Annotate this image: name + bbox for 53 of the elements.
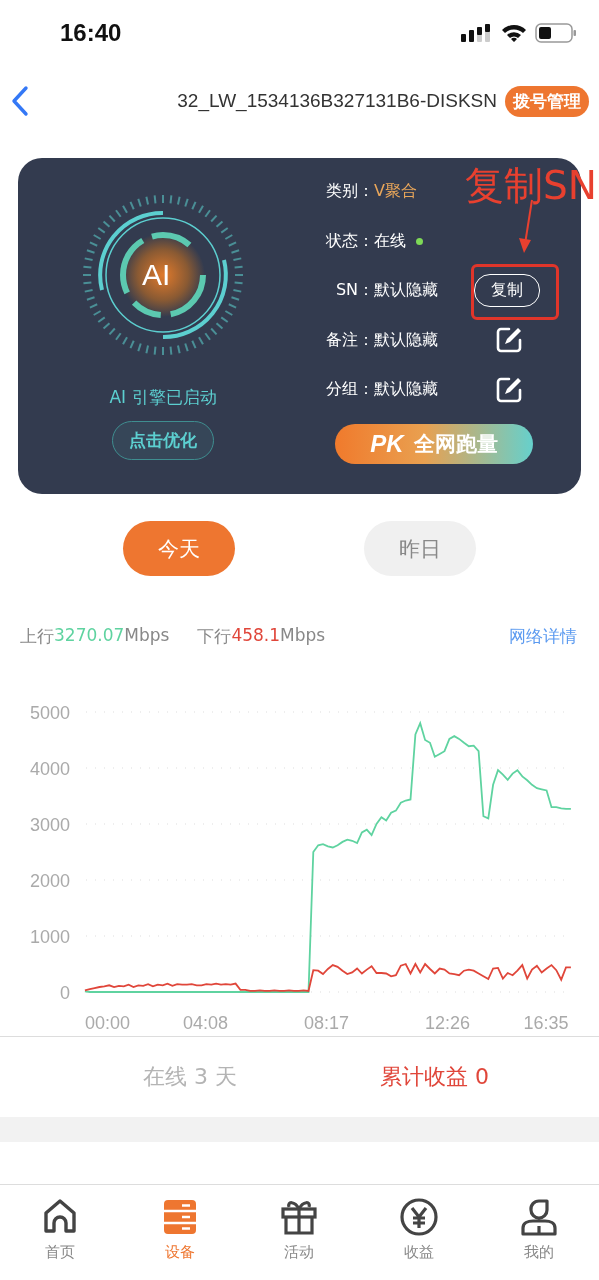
tab-bar-item[interactable]: 首页	[0, 1185, 120, 1280]
wifi-icon	[501, 24, 527, 42]
x-tick-label: 08:17	[303, 1013, 349, 1033]
field-value: 默认隐藏	[374, 329, 439, 351]
optimize-button[interactable]: 点击优化	[112, 421, 214, 460]
x-tick-label: 04:08	[182, 1013, 228, 1033]
back-icon[interactable]	[10, 85, 30, 117]
speed-value: 3270.07	[54, 624, 125, 647]
tab-bar-item[interactable]: 设备	[119, 1185, 240, 1280]
y-tick-label: 3000	[29, 815, 70, 835]
status-value: 在线	[374, 230, 406, 252]
network-details-link[interactable]: 网络详情	[509, 624, 577, 648]
day-tab[interactable]: 昨日	[364, 521, 477, 576]
total-earnings: 累计收益 0	[380, 1063, 489, 1091]
y-tick-label: 2000	[29, 871, 70, 891]
dial-management-button[interactable]: 拨号管理	[505, 85, 589, 117]
signal-icon	[461, 24, 493, 42]
tab-bar-item[interactable]: 收益	[359, 1185, 480, 1280]
edit-icon[interactable]	[495, 375, 523, 404]
field-value: 默认隐藏	[374, 280, 439, 302]
edit-icon[interactable]	[495, 326, 523, 355]
day-tab[interactable]: 今天	[122, 521, 235, 576]
clock: 16:40	[60, 19, 122, 47]
online-days: 在线 3 天	[0, 1062, 380, 1092]
engine-symbol: AI	[142, 257, 171, 293]
x-tick-label: 00:00	[84, 1013, 130, 1033]
category-value: V聚合	[374, 181, 418, 203]
battery-icon	[535, 23, 577, 43]
user-icon	[519, 1197, 560, 1237]
field-label: 分组：	[325, 379, 374, 401]
tab-bar-item[interactable]: 活动	[239, 1185, 360, 1280]
tab-bar-item[interactable]: 我的	[479, 1185, 599, 1280]
y-tick-label: 5000	[29, 703, 70, 723]
field-value: 默认隐藏	[374, 379, 439, 401]
yen-icon	[399, 1197, 440, 1237]
y-tick-label: 0	[60, 983, 70, 1003]
speed-unit: Mbps	[124, 624, 170, 647]
speed-label: 上行	[20, 624, 54, 648]
y-tick-label: 1000	[29, 927, 70, 947]
field-label: SN：	[334, 280, 374, 302]
field-label: 类别：	[325, 181, 374, 203]
engine-status: AI 引擎已启动	[109, 386, 217, 409]
pk-button[interactable]: PK 全网跑量	[335, 423, 533, 464]
copy-button[interactable]: 复制	[474, 274, 540, 308]
page-title: 32_LW_1534136B327131B6-DISKSN	[176, 90, 498, 112]
speed-label: 下行	[197, 624, 232, 648]
x-tick-label: 16:35	[523, 1013, 569, 1033]
speed-unit: Mbps	[280, 624, 326, 647]
y-tick-label: 4000	[29, 759, 70, 779]
field-label: 状态：	[325, 230, 374, 252]
x-tick-label: 12:26	[424, 1013, 470, 1033]
field-label: 备注：	[325, 329, 374, 351]
speed-value: 458.1	[231, 624, 281, 647]
